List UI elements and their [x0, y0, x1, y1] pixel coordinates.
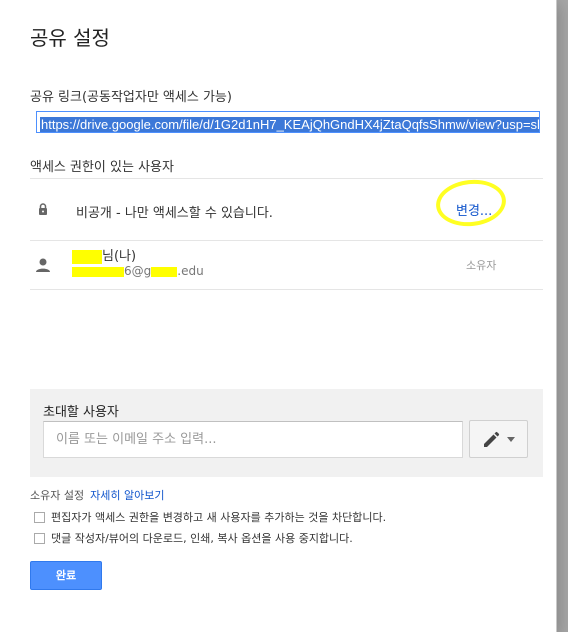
option-label: 댓글 작성자/뷰어의 다운로드, 인쇄, 복사 옵션을 사용 중지합니다. — [51, 532, 353, 545]
access-section-label: 액세스 권한이 있는 사용자 — [30, 160, 174, 175]
owner-name: 님(나) — [72, 245, 136, 264]
lock-icon — [39, 203, 47, 215]
redaction-mark — [72, 249, 102, 264]
option-label: 편집자가 액세스 권한을 변경하고 새 사용자를 추가하는 것을 차단합니다. — [51, 511, 387, 524]
owner-role-label: 소유자 — [466, 259, 497, 272]
permission-dropdown-button[interactable] — [469, 420, 528, 458]
owner-email-part: 6@g — [124, 264, 152, 278]
divider — [30, 240, 543, 241]
owner-settings-label: 소유자 설정 — [30, 489, 85, 502]
option-row[interactable]: 편집자가 액세스 권한을 변경하고 새 사용자를 추가하는 것을 차단합니다. — [34, 509, 386, 525]
share-link-url[interactable]: https://drive.google.com/file/d/1G2d1nH7… — [40, 117, 539, 132]
option-row[interactable]: 댓글 작성자/뷰어의 다운로드, 인쇄, 복사 옵션을 사용 중지합니다. — [34, 530, 353, 546]
redaction-mark — [151, 266, 178, 277]
owner-email: 6@g .edu — [72, 264, 204, 278]
invite-input[interactable] — [43, 421, 463, 458]
pen-icon — [484, 431, 500, 447]
change-visibility-link[interactable]: 변경... — [456, 200, 492, 219]
divider — [30, 178, 543, 179]
owner-email-domain: .edu — [177, 264, 204, 278]
disable-download-checkbox[interactable] — [34, 532, 45, 544]
prevent-editors-checkbox[interactable] — [34, 511, 45, 523]
dialog-title: 공유 설정 — [30, 26, 110, 50]
invite-label: 초대할 사용자 — [43, 405, 119, 420]
sharing-settings-dialog: 공유 설정 공유 링크(공동작업자만 액세스 가능) https://drive… — [0, 0, 557, 632]
share-link-label: 공유 링크(공동작업자만 액세스 가능) — [30, 90, 232, 105]
divider — [30, 289, 543, 290]
person-icon — [34, 256, 52, 274]
invite-panel: 초대할 사용자 — [30, 389, 543, 477]
caret-down-icon — [507, 437, 515, 442]
redaction-mark — [72, 266, 124, 277]
owner-name-suffix: 님(나) — [102, 249, 137, 264]
learn-more-link[interactable]: 자세히 알아보기 — [90, 489, 164, 502]
visibility-status: 비공개 - 나만 액세스할 수 있습니다. — [76, 206, 273, 221]
share-link-field[interactable]: https://drive.google.com/file/d/1G2d1nH7… — [36, 111, 540, 133]
done-button[interactable]: 완료 — [30, 561, 102, 590]
owner-settings: 소유자 설정 자세히 알아보기 — [30, 487, 164, 503]
